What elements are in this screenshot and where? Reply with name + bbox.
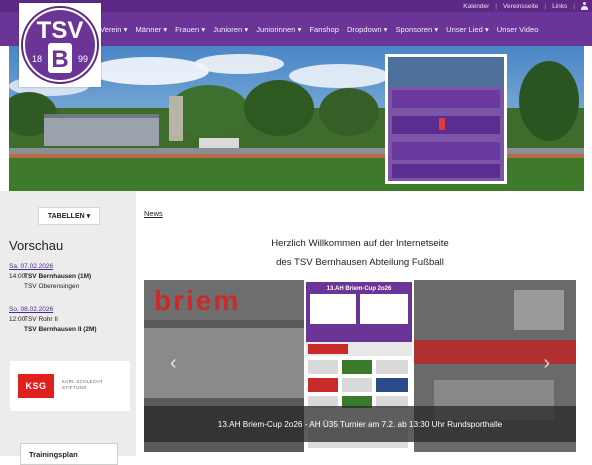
vorschau-title: Vorschau: [9, 238, 64, 253]
nav-item-maenner[interactable]: Männer ▾: [135, 25, 167, 34]
link-vereinsseite[interactable]: Vereinsseite: [503, 3, 538, 10]
nav-item-fanshop[interactable]: Fanshop: [309, 25, 339, 34]
sidebar: TABELLEN ▾ Vorschau Sa. 07.02.2026 14:00…: [0, 191, 136, 465]
ksg-text: KARL SCHLECHT STIFTUNG: [62, 379, 103, 390]
nav-item-junioren[interactable]: Junioren ▾: [213, 25, 248, 34]
match-home-team: TSV Rohr II: [24, 316, 58, 323]
utility-links: Kalender | Vereinsseite | Links |: [463, 0, 588, 12]
separator: |: [544, 2, 547, 10]
link-links[interactable]: Links: [552, 3, 567, 10]
match-time: 12:00: [9, 316, 26, 323]
match-preview: Sa. 07.02.2026 14:00 TSV Bernhausen (1M) …: [9, 262, 91, 292]
slider-caption-bar: 13.AH Briem-Cup 2o26 - AH Ü35 Turnier am…: [144, 406, 576, 442]
tabellen-dropdown[interactable]: TABELLEN ▾: [38, 207, 100, 225]
nav-item-unser-video[interactable]: Unser Video: [497, 25, 539, 34]
match-home-team: TSV Bernhausen (1M): [24, 273, 92, 280]
link-kalender[interactable]: Kalender: [463, 3, 489, 10]
match-away-team: TSV Bernhausen II (2M): [24, 326, 97, 333]
match-time: 14:00: [9, 273, 26, 280]
logo-year-left: 18: [32, 54, 42, 64]
news-link[interactable]: News: [144, 209, 163, 218]
slider-prev-button[interactable]: ‹: [170, 352, 177, 375]
match-date[interactable]: Sa. 07.02.2026: [9, 262, 91, 272]
nav-item-sponsoren[interactable]: Sponsoren ▾: [395, 25, 438, 34]
nav-item-frauen[interactable]: Frauen ▾: [175, 25, 205, 34]
news-slider[interactable]: briem 13.AH Briem-Cup 2o26 ‹ › 13.AH Bri…: [144, 280, 576, 452]
welcome-text: Herzlich Willkommen auf der Internetseit…: [271, 238, 449, 268]
separator: |: [495, 2, 497, 10]
match-preview: So. 08.02.2026 12:00 TSV Rohr II TSV Bern…: [9, 305, 97, 335]
slider-banner-text: briem: [154, 285, 240, 316]
poster-title: 13.AH Briem-Cup 2o26: [327, 286, 392, 292]
nav-item-unser-lied[interactable]: Unser Lied ▾: [446, 25, 489, 34]
nav-item-verein[interactable]: Verein ▾: [100, 25, 127, 34]
sponsor-ksg-logo[interactable]: KSG KARL SCHLECHT STIFTUNG: [10, 361, 130, 411]
nav-item-juniorinnen[interactable]: Juniorinnen ▾: [256, 25, 301, 34]
user-icon[interactable]: [581, 2, 588, 10]
logo-text: TSV: [37, 17, 84, 44]
nav-item-dropdown[interactable]: Dropdown ▾: [347, 25, 388, 34]
match-date[interactable]: So. 08.02.2026: [9, 305, 97, 315]
logo-year-right: 99: [78, 54, 88, 64]
slider-caption[interactable]: 13.AH Briem-Cup 2o26 - AH Ü35 Turnier am…: [218, 420, 502, 429]
logo-letter: B: [51, 46, 68, 73]
club-logo[interactable]: TSV B 18 99: [19, 3, 101, 87]
trainingsplan-button[interactable]: Trainingsplan: [20, 443, 118, 465]
slider-next-button[interactable]: ›: [543, 352, 550, 375]
match-away-team: TSV Oberensingen: [24, 283, 80, 290]
separator: |: [573, 2, 575, 10]
ksg-mark: KSG: [18, 374, 54, 398]
